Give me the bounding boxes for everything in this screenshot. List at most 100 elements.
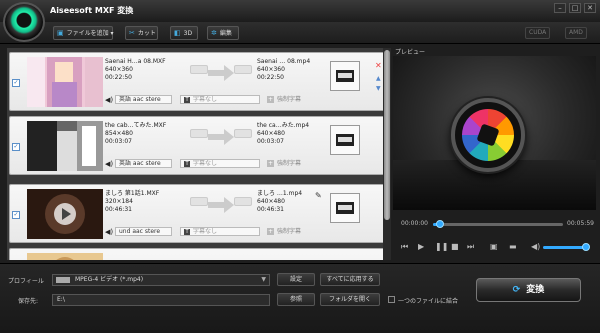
file-item[interactable]: ✓ Saenai H…a 08.MXF 640×360 00:22:50 Sae… — [9, 52, 387, 111]
film-add-icon: ▣ — [57, 29, 64, 37]
source-resolution: 854×480 — [105, 130, 133, 137]
thumbnail-image — [27, 189, 103, 239]
cuda-badge: CUDA — [525, 27, 551, 39]
file-item[interactable]: ✓ the cab…てみた.MXF 854×480 00:03:07 the c… — [9, 116, 387, 175]
add-subtitle-label: 強制字幕 — [277, 96, 302, 103]
source-format-pill — [190, 65, 208, 74]
merge-checkbox[interactable] — [388, 296, 395, 303]
add-file-label: ファイルを追加 — [66, 30, 109, 37]
arrow-right-icon — [208, 129, 234, 145]
profile-select[interactable]: MPEG-4 ビデオ (*.mp4) ▼ — [52, 274, 270, 286]
seek-knob[interactable] — [435, 220, 444, 228]
snapshot-icon[interactable]: ▣ — [490, 242, 498, 251]
convert-button[interactable]: ⟳ 変換 — [476, 278, 581, 302]
source-info: the cab…てみた.MXF 854×480 00:03:07 — [105, 122, 166, 146]
skip-forward-icon[interactable]: ⏭ — [467, 242, 474, 252]
scrollbar-thumb[interactable] — [384, 50, 390, 220]
arrow-right-icon — [208, 65, 234, 81]
add-subtitle-button[interactable]: + 強制字幕 — [267, 227, 301, 236]
film-icon — [336, 134, 354, 146]
add-subtitle-button[interactable]: + 強制字幕 — [267, 159, 301, 168]
preview-timeline: 00:00:00 00:05:59 — [393, 216, 596, 230]
output-format-button[interactable] — [330, 193, 360, 223]
app-title: Aiseesoft MXF 変換 — [50, 6, 134, 15]
subtitle-label: 字幕なし — [193, 228, 218, 235]
open-folder-button[interactable]: フォルダを開く — [320, 293, 380, 306]
plus-icon: + — [267, 96, 274, 103]
file-item[interactable]: ✓ ましろ 第1話1.MXF 320×184 00:46:31 ましろ …1.m… — [9, 184, 387, 243]
file-checkbox[interactable]: ✓ — [12, 143, 20, 151]
volume-knob[interactable] — [582, 243, 590, 251]
remove-icon[interactable]: ✕ — [375, 61, 382, 70]
file-item[interactable] — [9, 248, 387, 260]
subtitle-icon: T — [184, 229, 190, 235]
convert-label: 変換 — [526, 285, 545, 295]
output-format-button[interactable] — [330, 125, 360, 155]
target-format-pill — [234, 65, 252, 74]
settings-button[interactable]: 設定 — [277, 273, 315, 286]
video-thumbnail[interactable] — [27, 121, 103, 171]
3d-button[interactable]: ◧ 3D — [170, 26, 198, 40]
file-list: ✓ Saenai H…a 08.MXF 640×360 00:22:50 Sae… — [7, 48, 387, 260]
maximize-button[interactable]: □ — [569, 3, 581, 13]
move-down-icon[interactable]: ▼ — [376, 85, 381, 92]
audio-track-select[interactable]: 英語 aac stere — [115, 159, 172, 168]
add-subtitle-button[interactable]: + 強制字幕 — [267, 95, 301, 104]
output-duration: 00:22:50 — [257, 74, 284, 81]
total-time: 00:05:59 — [567, 220, 594, 227]
refresh-icon: ⟳ — [512, 285, 521, 295]
audio-track-select[interactable]: 英語 aac stere — [115, 95, 172, 104]
target-format-pill — [234, 197, 252, 206]
title-bar: Aiseesoft MXF 変換 – □ ✕ — [0, 0, 600, 22]
video-thumbnail[interactable] — [27, 253, 103, 260]
video-thumbnail[interactable] — [27, 189, 103, 239]
profile-film-icon — [56, 277, 70, 283]
camera-lens-logo-icon — [451, 98, 525, 172]
edit-button[interactable]: ✲ 編集 — [207, 26, 239, 40]
subtitle-select[interactable]: T 字幕なし — [180, 159, 260, 168]
add-file-button[interactable]: ▣ ファイルを追加 ▾ — [53, 26, 114, 40]
minimize-button[interactable]: – — [554, 3, 566, 13]
file-checkbox[interactable]: ✓ — [12, 79, 20, 87]
close-button[interactable]: ✕ — [584, 3, 596, 13]
source-duration: 00:03:07 — [105, 138, 132, 145]
output-format-button[interactable] — [330, 61, 360, 91]
lens-hole — [476, 123, 500, 147]
browse-button[interactable]: 参照 — [277, 293, 315, 306]
file-list-scrollbar[interactable] — [383, 48, 391, 260]
audio-track-select[interactable]: und aac stere — [115, 227, 172, 236]
source-info: ましろ 第1話1.MXF 320×184 00:46:31 — [105, 190, 159, 214]
scissors-icon: ✂ — [129, 29, 135, 37]
current-time: 00:00:00 — [401, 220, 428, 227]
3d-icon: ◧ — [174, 29, 181, 37]
source-filename: Saenai H…a 08.MXF — [105, 58, 166, 65]
seek-slider[interactable] — [433, 220, 563, 228]
pause-icon[interactable]: ❚❚ — [435, 242, 448, 251]
subtitle-select[interactable]: T 字幕なし — [180, 95, 260, 104]
cut-button[interactable]: ✂ カット — [125, 26, 158, 40]
play-icon[interactable]: ▶ — [418, 242, 424, 251]
rename-pencil-icon[interactable]: ✎ — [315, 191, 322, 200]
arrow-right-icon — [208, 197, 234, 213]
convert-arrow-icon — [190, 127, 252, 149]
source-format-pill — [190, 197, 208, 206]
source-resolution: 640×360 — [105, 66, 133, 73]
preview-label: プレビュー — [395, 49, 426, 56]
skip-back-icon[interactable]: ⏮ — [401, 242, 408, 252]
3d-label: 3D — [183, 30, 193, 37]
move-up-icon[interactable]: ▲ — [376, 75, 381, 82]
video-thumbnail[interactable] — [27, 57, 103, 107]
add-subtitle-label: 強制字幕 — [277, 160, 302, 167]
subtitle-select[interactable]: T 字幕なし — [180, 227, 260, 236]
merge-label: 一つのファイルに結合 — [398, 298, 459, 305]
output-settings-panel: プロフィール MPEG-4 ビデオ (*.mp4) ▼ 設定 すべてに応用する … — [0, 263, 600, 333]
destination-input[interactable]: E:\ — [52, 294, 270, 306]
apply-all-button[interactable]: すべてに応用する — [320, 273, 380, 286]
output-info: the ca…みた.mp4 640×480 00:03:07 — [257, 122, 309, 146]
volume-icon[interactable]: ◀) — [531, 242, 540, 251]
toolbar: ▣ ファイルを追加 ▾ ✂ カット ◧ 3D ✲ 編集 CUDA AMD — [0, 22, 600, 44]
film-icon — [336, 70, 354, 82]
stop-icon[interactable]: ■ — [451, 242, 459, 251]
folder-icon[interactable]: ▬ — [509, 242, 517, 251]
file-checkbox[interactable]: ✓ — [12, 211, 20, 219]
